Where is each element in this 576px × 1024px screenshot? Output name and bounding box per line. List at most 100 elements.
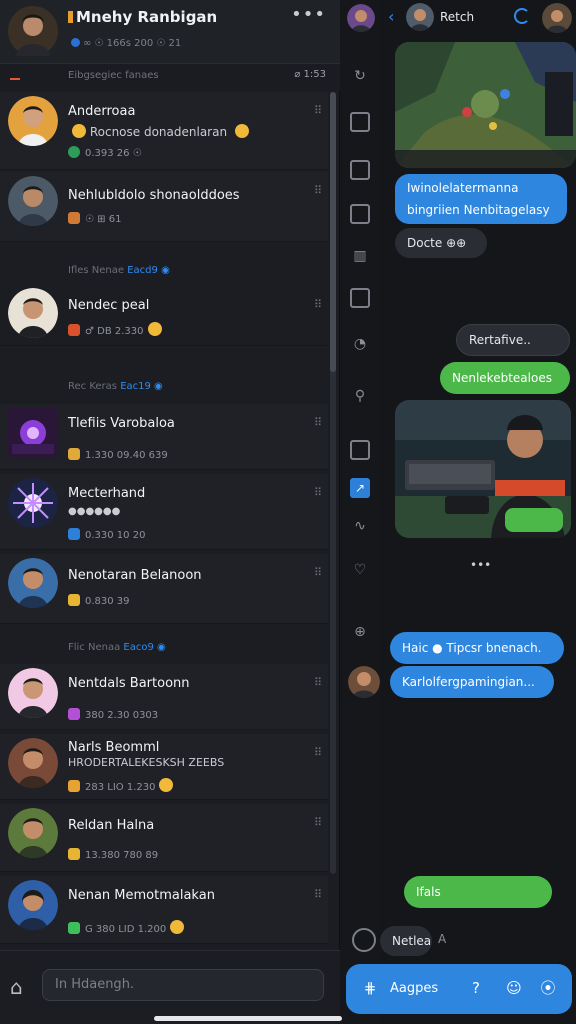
drag-handle[interactable]: ⠿ <box>314 746 322 759</box>
back-icon[interactable]: ‹ <box>388 7 394 26</box>
text-icon[interactable]: A <box>438 932 446 946</box>
conversation-meta: 0.393 26 ☉ <box>68 146 142 159</box>
activity-icon[interactable]: ↗ <box>350 478 370 498</box>
conversation-meta: ☉ ⊞ 61 <box>68 212 121 225</box>
conversation-name: Nenan Memotmalakan <box>68 888 215 903</box>
sync-icon[interactable] <box>514 8 530 24</box>
home-icon[interactable]: ⌂ <box>10 975 23 999</box>
section-separator: Flic Nenaa Eaco9 ◉ <box>68 642 166 653</box>
conversation-meta: 283 LIO 1.230 <box>68 778 174 793</box>
conversation-name: Nenotaran Belanoon <box>68 568 202 583</box>
help-icon[interactable]: ? <box>466 978 486 998</box>
filter-label: Eibgsegiec fanaes <box>68 70 159 81</box>
avatar <box>8 478 58 528</box>
message-bubble-incoming[interactable]: Haic ● Tipcsr bnenach. <box>390 632 564 664</box>
list-item[interactable]: Narls Beomml HRODERTALEKESKSH ZEEBS 283 … <box>0 734 328 800</box>
compass-icon[interactable]: ⊕ <box>350 622 370 642</box>
typing-indicator: ••• <box>470 558 492 572</box>
list-item[interactable]: Mecterhand ●●●●●● 0.330 10 20 ⠿ <box>0 474 328 550</box>
list-item[interactable]: Nendec peal ♂ DB 2.330 ⠿ <box>0 286 328 346</box>
drag-handle[interactable]: ⠿ <box>314 676 322 689</box>
list-item[interactable]: Reldan Halna 13.380 780 89 ⠿ <box>0 804 328 872</box>
more-icon[interactable]: ••• <box>291 4 326 25</box>
message-bubble-outgoing[interactable]: Nenlekebtealoes <box>440 362 570 394</box>
list-item[interactable]: Nentdals Bartoonn 380 2.30 0303 ⠿ <box>0 664 328 730</box>
avatar <box>8 288 58 338</box>
avatar[interactable] <box>348 666 380 698</box>
conversation-meta: 0.830 39 <box>68 594 130 607</box>
message-bubble-incoming[interactable]: Docte ⊕⊕ <box>395 228 487 258</box>
conversation-name: Nehlubldolo shonaolddoes <box>68 188 240 203</box>
avatar <box>8 668 58 718</box>
conversation-preview: HRODERTALEKESKSH ZEEBS <box>68 756 225 769</box>
avatar[interactable] <box>542 3 572 33</box>
message-bubble-incoming[interactable]: Netlea <box>380 926 432 956</box>
list-item[interactable]: Tlefiis Varobaloa 1.330 09.40 639 ⠿ <box>0 404 328 470</box>
streamer-photo-image[interactable] <box>395 400 571 538</box>
calendar-icon[interactable] <box>350 288 370 308</box>
home-indicator <box>154 1016 342 1021</box>
avatar[interactable] <box>347 4 375 32</box>
message-bubble-outgoing[interactable]: Ifals <box>404 876 552 908</box>
scrollbar[interactable] <box>330 92 336 874</box>
profile-avatar[interactable] <box>8 6 58 56</box>
card-icon[interactable] <box>350 160 370 180</box>
left-header: Mnehy Ranbigan ∞ ☉ 166s 200 ☉ 21 ••• <box>0 0 340 64</box>
avatar[interactable] <box>406 3 434 31</box>
mic-icon[interactable]: ⦿ <box>538 978 558 998</box>
list-item[interactable]: Nenotaran Belanoon 0.830 39 ⠿ <box>0 554 328 624</box>
book-icon[interactable]: ▥ <box>350 246 370 266</box>
conversation-meta: 1.330 09.40 639 <box>68 448 168 461</box>
conversation-name: Nendec peal <box>68 298 150 313</box>
split-icon[interactable] <box>350 204 370 224</box>
scrollbar-thumb[interactable] <box>330 92 336 372</box>
image-icon[interactable] <box>350 112 370 132</box>
avatar <box>8 808 58 858</box>
conversation-name: Anderroaa <box>68 104 136 119</box>
drag-handle[interactable]: ⠿ <box>314 298 322 311</box>
filter-meta[interactable]: ⌀ 1:53 <box>294 69 326 80</box>
list-item[interactable]: Nenan Memotmalakan G 380 LID 1.200 ⠿ <box>0 876 328 944</box>
list-item[interactable]: Anderroaa Rocnose donadenlaran 0.393 26 … <box>0 92 328 170</box>
heart-icon[interactable]: ♡ <box>350 560 370 580</box>
search-icon[interactable]: ⚲ <box>350 386 370 406</box>
message-bubble-incoming[interactable]: Karlolfergpamingian... <box>390 666 554 698</box>
drag-handle[interactable]: ⠿ <box>314 566 322 579</box>
avatar <box>8 880 58 930</box>
composer-bar[interactable]: ⋕ Aagpes ? ☺ ⦿ <box>346 964 572 1014</box>
left-bottom-bar: ⌂ In Hdaengh. <box>0 950 340 1024</box>
conversation-name: Narls Beomml <box>68 740 160 755</box>
conversation-meta: 380 2.30 0303 <box>68 708 158 721</box>
avatar <box>8 96 58 146</box>
share-icon[interactable]: ∿ <box>350 516 370 536</box>
conversation-name: Nentdals Bartoonn <box>68 676 190 691</box>
reply-icon[interactable] <box>352 928 376 952</box>
conversation-name: Tlefiis Varobaloa <box>68 416 175 431</box>
list-item[interactable]: Nehlubldolo shonaolddoes ☉ ⊞ 61 ⠿ <box>0 172 328 242</box>
file-icon[interactable] <box>350 440 370 460</box>
link-icon[interactable]: ↻ <box>350 66 370 86</box>
drag-handle[interactable]: ⠿ <box>314 888 322 901</box>
conversation-list-pane: Mnehy Ranbigan ∞ ☉ 166s 200 ☉ 21 ••• Eib… <box>0 0 340 1024</box>
icon-rail: ↻ ▥ ◔ ⚲ ↗ ∿ ♡ ⊕ <box>341 0 379 1024</box>
drag-handle[interactable]: ⠿ <box>314 104 322 117</box>
drag-handle[interactable]: ⠿ <box>314 184 322 197</box>
avatar <box>8 408 58 458</box>
search-input[interactable]: In Hdaengh. <box>42 969 324 1001</box>
chat-header: ‹ Retch <box>380 0 576 36</box>
message-bubble-outgoing[interactable]: Rertafive.. <box>456 324 570 356</box>
smile-icon[interactable]: ☺ <box>504 978 524 998</box>
account-title: Mnehy Ranbigan <box>68 8 217 26</box>
filter-icon[interactable] <box>10 70 20 80</box>
clock-icon[interactable]: ◔ <box>350 334 370 354</box>
avatar <box>8 176 58 226</box>
drag-handle[interactable]: ⠿ <box>314 816 322 829</box>
drag-handle[interactable]: ⠿ <box>314 416 322 429</box>
drag-handle[interactable]: ⠿ <box>314 486 322 499</box>
conversation-name: Reldan Halna <box>68 818 155 833</box>
chat-contact-name: Retch <box>440 10 475 24</box>
game-screenshot-image[interactable] <box>395 42 576 168</box>
grid-icon[interactable]: ⋕ <box>360 978 380 998</box>
message-bubble-outgoing[interactable]: Iwinolelatermanna bingriien Nenbitagelas… <box>395 174 567 224</box>
section-separator: Rec Keras Eac19 ◉ <box>68 381 163 392</box>
